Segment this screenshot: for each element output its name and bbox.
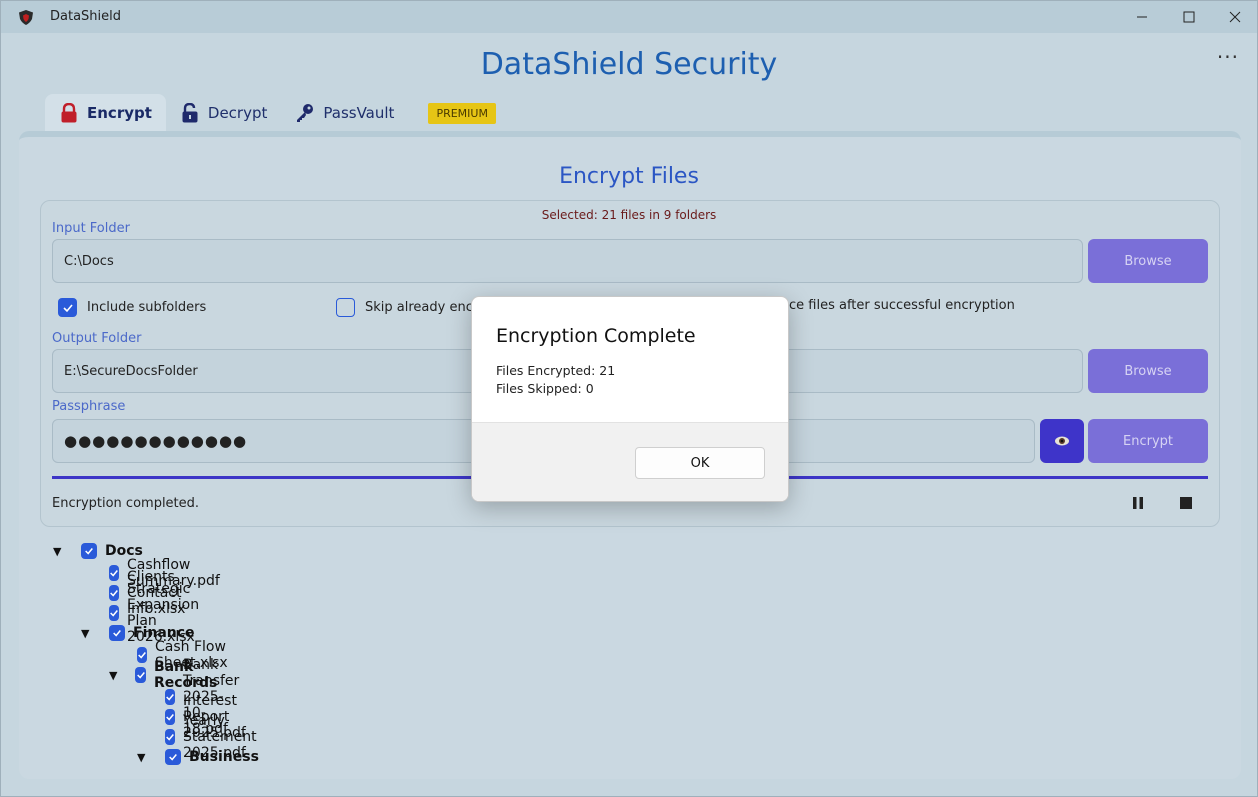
lock-icon: [61, 103, 77, 123]
expand-arrow-icon[interactable]: ▼: [109, 669, 117, 682]
show-passphrase-button[interactable]: [1040, 419, 1084, 463]
encryption-complete-dialog: Encryption Complete Files Encrypted: 21 …: [471, 296, 789, 502]
tree-checkbox[interactable]: [165, 689, 175, 705]
app-window: DataShield DataShield Security ··· Encry…: [0, 0, 1258, 797]
tab-label: Decrypt: [207, 104, 268, 122]
expand-arrow-icon[interactable]: ▼: [81, 627, 91, 640]
tree-checkbox[interactable]: [109, 625, 125, 641]
stop-icon[interactable]: [1178, 495, 1194, 511]
include-subfolders-checkbox[interactable]: [58, 298, 77, 317]
tree-checkbox[interactable]: [135, 667, 146, 683]
input-folder-label: Input Folder: [52, 221, 130, 236]
check-icon: [62, 303, 73, 312]
encrypt-button[interactable]: Encrypt: [1088, 419, 1208, 463]
input-folder-field[interactable]: C:\Docs: [52, 239, 1083, 283]
output-folder-label: Output Folder: [52, 331, 142, 346]
check-icon: [110, 590, 118, 597]
maximize-icon: [1183, 11, 1195, 23]
unlock-icon: [182, 103, 198, 123]
ok-button[interactable]: OK: [635, 447, 765, 479]
check-icon: [113, 630, 121, 637]
dialog-files-skipped: Files Skipped: 0: [496, 381, 594, 396]
dialog-footer: OK: [472, 422, 788, 501]
check-icon: [166, 694, 174, 701]
check-icon: [166, 714, 174, 721]
close-icon: [1229, 11, 1241, 23]
replace-files-label: ce files after successful encryption: [789, 298, 1015, 313]
check-icon: [166, 734, 174, 741]
skip-encrypted-checkbox[interactable]: [336, 298, 355, 317]
tree-checkbox[interactable]: [165, 749, 181, 765]
tree-checkbox[interactable]: [109, 565, 119, 581]
section-title: Encrypt Files: [559, 164, 699, 189]
selected-info: Selected: 21 files in 9 folders: [541, 208, 717, 222]
premium-badge: PREMIUM: [428, 102, 496, 124]
eye-icon: [1055, 436, 1069, 446]
passphrase-label: Passphrase: [52, 399, 126, 414]
window-title: DataShield: [50, 9, 122, 24]
minimize-icon: [1137, 16, 1147, 18]
tree-checkbox[interactable]: [109, 605, 119, 621]
tab-bar: Encrypt Decrypt PassVault PREMIUM: [45, 93, 496, 133]
include-subfolders-label: Include subfolders: [87, 300, 207, 315]
check-icon: [110, 610, 118, 617]
tree-checkbox[interactable]: [109, 585, 119, 601]
tree-checkbox[interactable]: [165, 729, 175, 745]
check-icon: [110, 570, 118, 577]
expand-arrow-icon[interactable]: ▼: [137, 751, 147, 764]
replace-files-option[interactable]: ce files after successful encryption: [789, 298, 1015, 313]
status-text: Encryption completed.: [52, 496, 200, 511]
tree-checkbox[interactable]: [81, 543, 97, 559]
tree-checkbox[interactable]: [137, 647, 147, 663]
input-browse-button[interactable]: Browse: [1088, 239, 1208, 283]
tree-label: Business: [189, 749, 259, 765]
check-icon: [85, 548, 93, 555]
expand-arrow-icon[interactable]: ▼: [53, 545, 63, 558]
minimize-button[interactable]: [1119, 1, 1165, 33]
title-bar: DataShield: [1, 1, 1257, 33]
tree-checkbox[interactable]: [165, 709, 175, 725]
check-icon: [169, 754, 177, 761]
pause-icon[interactable]: [1130, 495, 1146, 511]
key-icon: [297, 104, 314, 122]
dialog-title: Encryption Complete: [496, 325, 696, 347]
tree-folder-business[interactable]: ▼ Business: [137, 747, 259, 767]
tree-file[interactable]: Yearly Statement 2025.pdf: [165, 713, 263, 761]
tab-decrypt[interactable]: Decrypt: [166, 94, 281, 132]
close-button[interactable]: [1212, 1, 1258, 33]
check-icon: [136, 672, 145, 679]
maximize-button[interactable]: [1166, 1, 1212, 33]
output-browse-button[interactable]: Browse: [1088, 349, 1208, 393]
tab-encrypt[interactable]: Encrypt: [45, 94, 166, 132]
app-title: DataShield Security: [480, 47, 778, 82]
tree-file[interactable]: Strategic Expansion Plan 2026.xlsx: [109, 581, 205, 645]
more-options-button[interactable]: ···: [1217, 45, 1239, 69]
tab-label: Encrypt: [87, 104, 152, 122]
include-subfolders-option[interactable]: Include subfolders: [58, 298, 206, 317]
tab-passvault[interactable]: PassVault: [281, 94, 408, 132]
check-icon: [138, 652, 146, 659]
shield-icon: [19, 10, 33, 25]
dialog-files-encrypted: Files Encrypted: 21: [496, 363, 616, 378]
tab-label: PassVault: [323, 104, 395, 122]
